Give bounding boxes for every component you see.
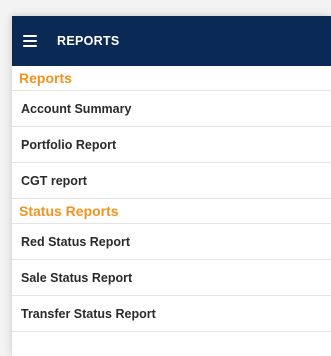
nav-item-cgt-report[interactable]: CGT report — [12, 163, 331, 199]
nav-item-sale-status-report[interactable]: Sale Status Report — [12, 260, 331, 296]
nav-item-red-status-report[interactable]: Red Status Report — [12, 224, 331, 260]
page-title: REPORTS — [57, 34, 120, 48]
nav-item-account-summary[interactable]: Account Summary — [12, 91, 331, 127]
hamburger-menu-icon[interactable] — [23, 35, 37, 47]
app-bar: REPORTS — [12, 16, 331, 66]
section-header-reports: Reports — [12, 66, 331, 91]
nav-item-transfer-status-report[interactable]: Transfer Status Report — [12, 296, 331, 332]
section-header-status-reports: Status Reports — [12, 199, 331, 224]
navigation-drawer: REPORTS Reports Account Summary Portfoli… — [12, 16, 331, 356]
nav-item-portfolio-report[interactable]: Portfolio Report — [12, 127, 331, 163]
